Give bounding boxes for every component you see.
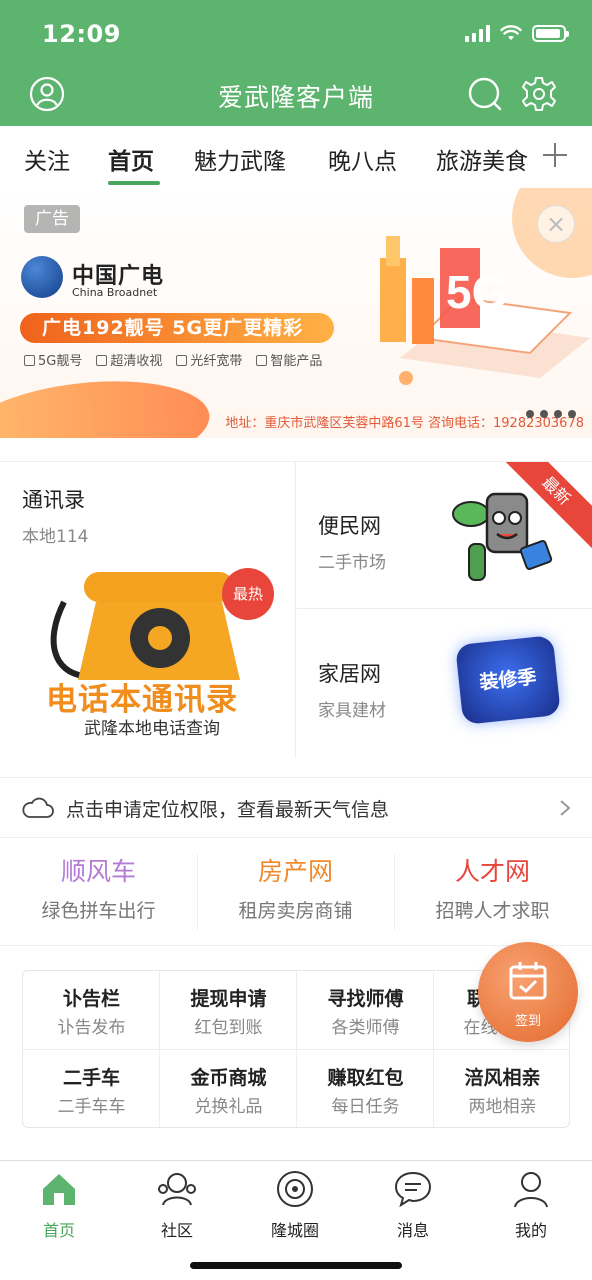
quick-link-shunfengche[interactable]: 顺风车 绿色拼车出行: [0, 838, 197, 944]
app-title: 爱武隆客户端: [217, 83, 374, 112]
grid-item-title: 涪风相亲: [464, 1067, 541, 1089]
feature-item: 超清收视: [96, 350, 162, 369]
promo-slogan: 广电192靓号 5G更广更精彩: [20, 313, 334, 343]
feature-item: 智能产品: [256, 350, 322, 369]
add-channel-icon[interactable]: [540, 140, 570, 170]
weather-notice[interactable]: 点击申请定位权限，查看最新天气信息: [0, 778, 592, 836]
quick-link-subtitle: 招聘人才求职: [435, 900, 550, 922]
ad-tag: 广告: [24, 205, 80, 233]
quick-link-subtitle: 绿色拼车出行: [41, 900, 156, 922]
nav-longchengquan[interactable]: 隆城圈: [236, 1167, 354, 1240]
phonebook-title: 通讯录: [22, 488, 85, 512]
phonebook-art-subtitle: 武隆本地电话查询: [84, 719, 220, 739]
profile-icon: [514, 1172, 548, 1208]
grid-item-fugaolan[interactable]: 讣告栏 讣告发布: [23, 971, 160, 1050]
quick-link-fangchan[interactable]: 房产网 租房卖房商铺: [197, 838, 394, 944]
china-broadnet-logo: [21, 256, 63, 298]
cellular-signal-icon: [465, 24, 490, 42]
bianmin-subtitle: 二手市场: [318, 553, 386, 573]
nav-label: 社区: [160, 1221, 193, 1240]
grid-item-subtitle: 二手车车: [57, 1097, 126, 1117]
brand-name-en: China Broadnet: [72, 286, 158, 299]
jiaju-title: 家居网: [318, 662, 381, 686]
tab-wanbadian[interactable]: 晚八点: [328, 142, 397, 176]
sign-in-label: 签到: [514, 1014, 541, 1029]
quick-links: 顺风车 绿色拼车出行 房产网 租房卖房商铺 人才网 招聘人才求职: [0, 838, 592, 944]
svg-text:5G: 5G: [446, 266, 507, 318]
feature-item: 5G靓号: [24, 350, 82, 369]
phonebook-card[interactable]: 通讯录 本地114 最热 电话本通讯录 武隆本地电话查询: [0, 462, 296, 758]
phonebook-art-title: 电话本通讯录: [46, 682, 238, 718]
tab-lvyou-meishi[interactable]: 旅游美食: [436, 142, 528, 176]
calendar-check-icon: [509, 962, 547, 1000]
jiaju-subtitle: 家具建材: [318, 701, 386, 721]
grid-item-title: 二手车: [62, 1067, 120, 1089]
hot-badge: 最热: [222, 568, 274, 620]
cloud-icon: [22, 797, 54, 818]
nav-label: 首页: [42, 1221, 75, 1240]
grid-item-title: 赚取红包: [327, 1067, 404, 1089]
quick-link-rencai[interactable]: 人才网 招聘人才求职: [394, 838, 591, 944]
phonebook-subtitle: 本地114: [22, 527, 89, 547]
carousel-dots: [512, 410, 576, 418]
jiaju-card[interactable]: 家居网 家具建材 装修季: [297, 610, 592, 758]
feature-cards: 通讯录 本地114 最热 电话本通讯录 武隆本地电话查询 便民网 二手市场 最新…: [0, 461, 592, 758]
nav-label: 我的: [514, 1221, 547, 1240]
bianmin-title: 便民网: [318, 514, 381, 538]
tab-meili-wulong[interactable]: 魅力武隆: [194, 142, 286, 176]
grid-item-title: 提现申请: [190, 988, 267, 1010]
grid-item-jinbi[interactable]: 金币商城 兑换礼品: [160, 1050, 297, 1127]
settings-gear-icon[interactable]: [521, 76, 557, 112]
home-icon: [43, 1174, 75, 1205]
message-icon: [394, 1171, 432, 1208]
renovation-season-badge: 装修季: [455, 635, 561, 725]
wifi-icon: [500, 24, 522, 40]
nav-me[interactable]: 我的: [472, 1167, 590, 1240]
feature-item: 光纤宽带: [176, 350, 242, 369]
app-header: 12:09 爱武隆客户端: [0, 0, 592, 126]
ad-banner[interactable]: 广告 × 中国广电 China Broadnet 广电192靓号 5G更广更精彩…: [0, 188, 592, 438]
circle-icon: [277, 1171, 313, 1207]
5g-phone-illustration: 5G: [380, 236, 590, 385]
quick-link-title: 顺风车: [60, 857, 136, 886]
status-time: 12:09: [42, 20, 121, 48]
home-indicator: [190, 1262, 402, 1269]
battery-icon: [532, 24, 569, 42]
phone-mascot-icon: [452, 492, 553, 581]
nav-community[interactable]: 社区: [118, 1167, 236, 1240]
nav-messages[interactable]: 消息: [354, 1167, 472, 1240]
quick-link-subtitle: 租房卖房商铺: [238, 900, 353, 922]
grid-item-title: 金币商城: [190, 1067, 267, 1089]
banner-decoration: [0, 370, 215, 438]
chevron-right-icon: [560, 800, 571, 816]
tab-guanzhu[interactable]: 关注: [24, 142, 70, 176]
search-icon[interactable]: [467, 76, 503, 112]
sign-in-button[interactable]: 签到: [478, 942, 578, 1042]
nav-label: 消息: [396, 1221, 429, 1240]
nav-home[interactable]: 首页: [0, 1167, 118, 1240]
grid-item-hongbao[interactable]: 赚取红包 每日任务: [297, 1050, 434, 1127]
status-icons: [465, 24, 569, 42]
grid-item-xiangqin[interactable]: 涪风相亲 两地相亲: [434, 1050, 569, 1127]
grid-item-subtitle: 讣告发布: [57, 1018, 126, 1038]
active-tab-indicator: [108, 181, 160, 185]
quick-link-title: 人才网: [454, 857, 530, 886]
grid-item-tixian[interactable]: 提现申请 红包到账: [160, 971, 297, 1050]
grid-item-ershouche[interactable]: 二手车 二手车车: [23, 1050, 160, 1127]
channel-tabs: 关注 首页 魅力武隆 晚八点 旅游美食: [0, 126, 592, 188]
feature-list: 5G靓号 超清收视 光纤宽带 智能产品: [24, 350, 322, 369]
quick-link-title: 房产网: [257, 857, 333, 886]
grid-item-title: 讣告栏: [62, 988, 120, 1010]
weather-text: 点击申请定位权限，查看最新天气信息: [66, 799, 390, 821]
grid-item-subtitle: 每日任务: [331, 1097, 400, 1117]
bianmin-card[interactable]: 便民网 二手市场 最新: [297, 462, 592, 609]
grid-item-subtitle: 红包到账: [194, 1018, 263, 1038]
status-bar: 12:09: [0, 0, 592, 70]
community-icon: [158, 1173, 196, 1206]
grid-item-subtitle: 兑换礼品: [194, 1097, 263, 1117]
divider: [0, 945, 592, 946]
grid-item-subtitle: 两地相亲: [468, 1097, 537, 1117]
nav-label: 隆城圈: [270, 1221, 319, 1240]
tab-shouye[interactable]: 首页: [108, 142, 154, 176]
